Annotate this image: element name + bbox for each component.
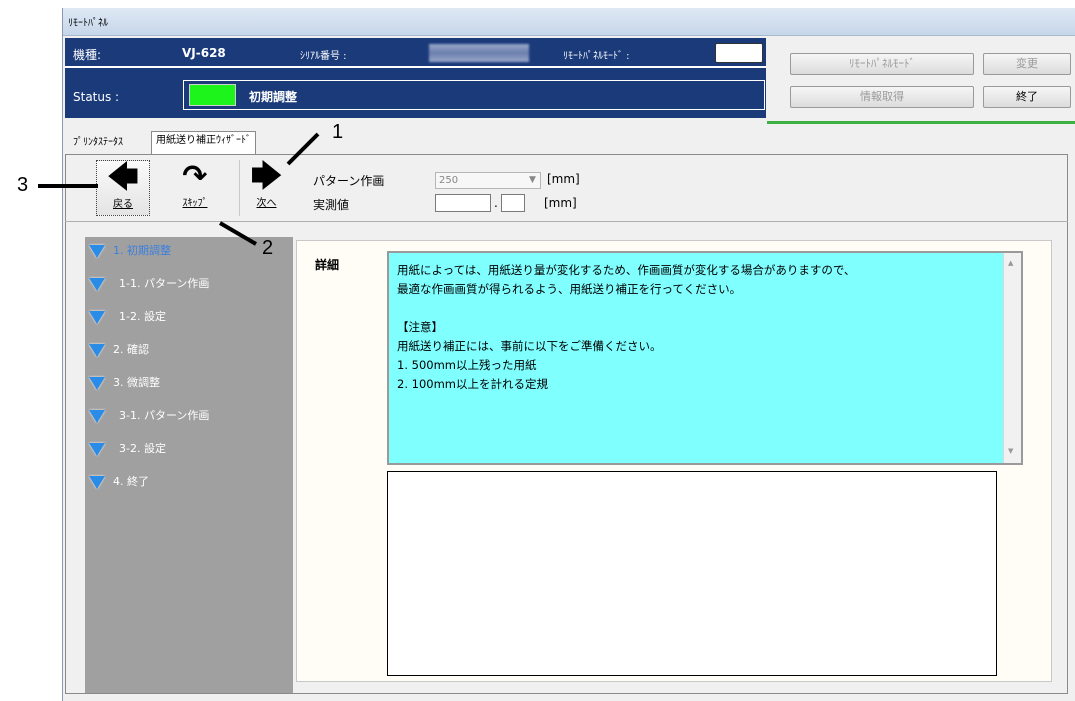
callout-line-2 [218,221,258,246]
callout-2: 2 [262,237,274,259]
callout-line-1 [286,132,320,166]
callout-1: 1 [332,121,344,143]
callout-3: 3 [17,174,29,196]
callout-lines [38,132,320,246]
